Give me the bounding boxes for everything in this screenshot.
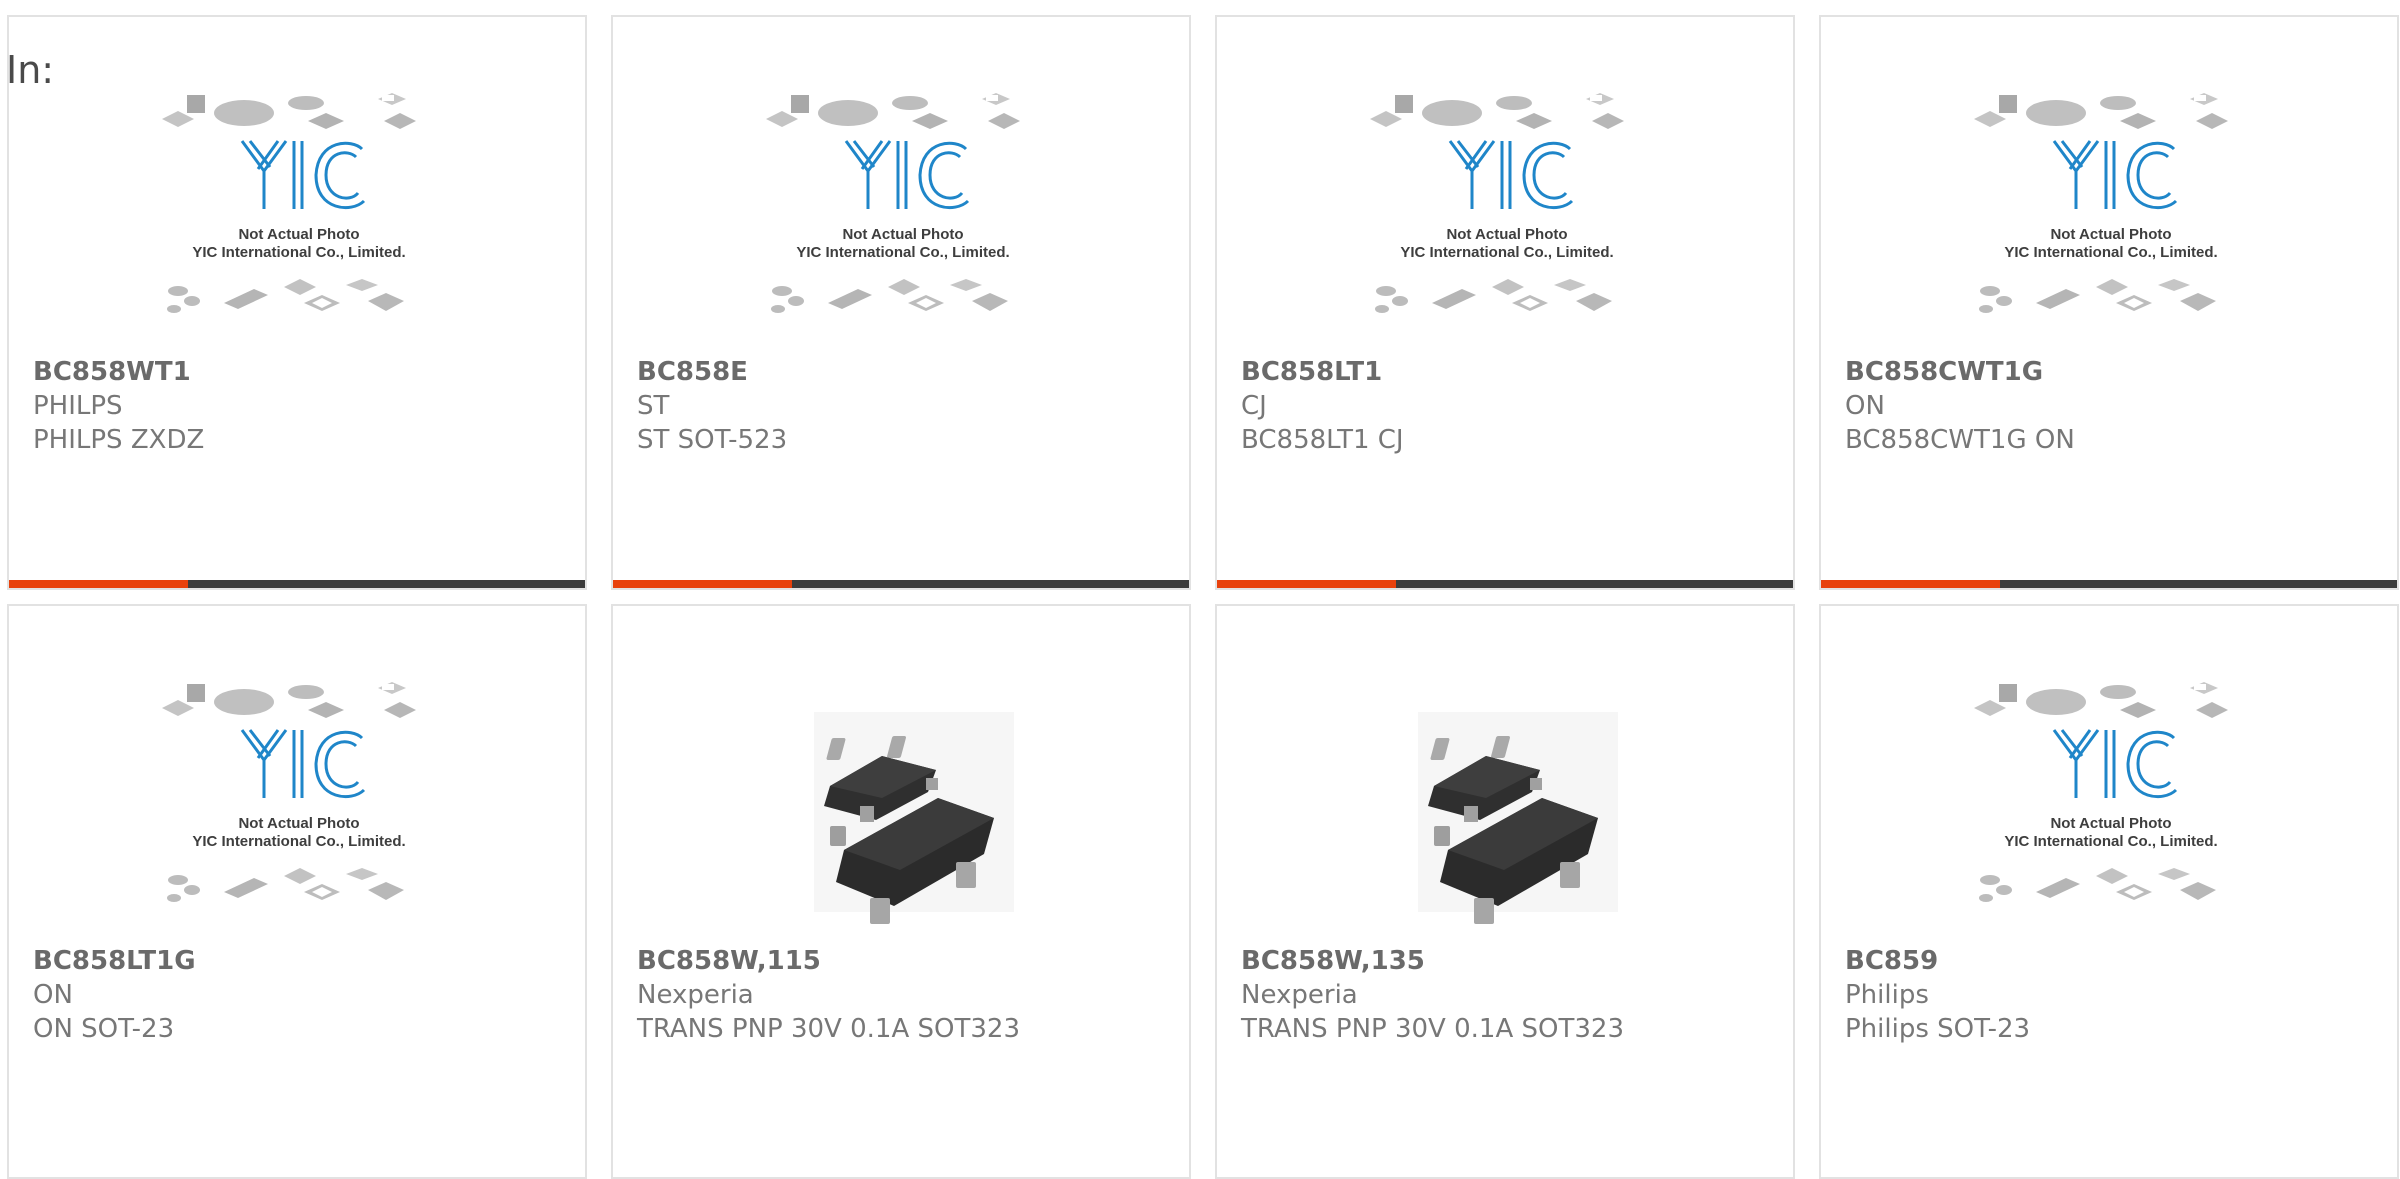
company-name-text: YIC International Co., Limited. (796, 244, 1009, 261)
product-card[interactable]: BC858W,115 Nexperia TRANS PNP 30V 0.1A SOT… (611, 604, 1191, 1179)
product-image[interactable]: Not Actual Photo YIC International Co., … (156, 678, 442, 964)
product-card[interactable]: Not Actual Photo YIC International Co., … (1819, 604, 2399, 1179)
product-info: BC858E ST ST SOT-523 (637, 355, 1167, 457)
not-actual-photo-text: Not Actual Photo (1446, 226, 1567, 243)
card-accent-bar-fill (9, 580, 188, 588)
part-number-link[interactable]: BC858W,115 (637, 944, 1167, 978)
description-text: BC858LT1 CJ (1241, 425, 1404, 455)
card-accent-bar (613, 580, 1189, 588)
company-name-text: YIC International Co., Limited. (192, 833, 405, 850)
part-number-link[interactable]: BC859 (1845, 944, 2375, 978)
product-info: BC858WT1 PHILPS PHILPS ZXDZ (33, 355, 563, 457)
description-text: TRANS PNP 30V 0.1A SOT323 (637, 1014, 1020, 1044)
company-name-text: YIC International Co., Limited. (192, 244, 405, 261)
not-actual-photo-text: Not Actual Photo (2050, 815, 2171, 832)
product-info: BC858LT1 CJ BC858LT1 CJ (1241, 355, 1771, 457)
part-number-link[interactable]: BC858WT1 (33, 355, 563, 389)
card-accent-bar (1217, 580, 1793, 588)
manufacturer-text: Philips (1845, 980, 1929, 1010)
manufacturer-text: ON (1845, 391, 1885, 421)
product-image[interactable]: Not Actual Photo YIC International Co., … (760, 89, 1046, 375)
manufacturer-text: ST (637, 391, 670, 421)
product-card[interactable]: Not Actual Photo YIC International Co., … (7, 15, 587, 590)
not-actual-photo-text: Not Actual Photo (842, 226, 963, 243)
description-text: TRANS PNP 30V 0.1A SOT323 (1241, 1014, 1624, 1044)
description-text: Philips SOT-23 (1845, 1014, 2031, 1044)
not-actual-photo-text: Not Actual Photo (238, 226, 359, 243)
manufacturer-text: CJ (1241, 391, 1267, 421)
product-card[interactable]: Not Actual Photo YIC International Co., … (7, 604, 587, 1179)
part-number-link[interactable]: BC858LT1G (33, 944, 563, 978)
product-grid: Not Actual Photo YIC International Co., … (0, 0, 2400, 1179)
product-image[interactable]: Not Actual Photo YIC International Co., … (156, 89, 442, 375)
not-actual-photo-image: Not Actual Photo YIC International Co., … (1370, 93, 1624, 313)
not-actual-photo-text: Not Actual Photo (2050, 226, 2171, 243)
not-actual-photo-image: Not Actual Photo YIC International Co., … (162, 93, 416, 313)
description-text: PHILPS ZXDZ (33, 425, 205, 455)
not-actual-photo-text: Not Actual Photo (238, 815, 359, 832)
part-number-link[interactable]: BC858LT1 (1241, 355, 1771, 389)
card-accent-bar (9, 580, 585, 588)
manufacturer-text: Nexperia (637, 980, 754, 1010)
sot323-chip-photo (1418, 712, 1618, 924)
part-number-link[interactable]: BC858W,135 (1241, 944, 1771, 978)
manufacturer-text: PHILPS (33, 391, 123, 421)
card-accent-bar-fill (613, 580, 792, 588)
not-actual-photo-image: Not Actual Photo YIC International Co., … (766, 93, 1020, 313)
product-info: BC858W,115 Nexperia TRANS PNP 30V 0.1A SOT… (637, 944, 1167, 1046)
product-card[interactable]: Not Actual Photo YIC International Co., … (1215, 15, 1795, 590)
company-name-text: YIC International Co., Limited. (2004, 833, 2217, 850)
description-text: BC858CWT1G ON (1845, 425, 2075, 455)
not-actual-photo-image: Not Actual Photo YIC International Co., … (162, 682, 416, 902)
product-image[interactable]: Not Actual Photo YIC International Co., … (1364, 89, 1650, 375)
in-label: In: (6, 48, 55, 92)
card-accent-bar-fill (1821, 580, 2000, 588)
product-image[interactable]: Not Actual Photo YIC International Co., … (1968, 89, 2254, 375)
product-card[interactable]: BC858W,135 Nexperia TRANS PNP 30V 0.1A SOT… (1215, 604, 1795, 1179)
product-info: BC859 Philips Philips SOT-23 (1845, 944, 2375, 1046)
product-info: BC858CWT1G ON BC858CWT1G ON (1845, 355, 2375, 457)
sot323-chip-photo (814, 712, 1014, 924)
description-text: ON SOT-23 (33, 1014, 175, 1044)
part-number-link[interactable]: BC858E (637, 355, 1167, 389)
card-accent-bar (1821, 580, 2397, 588)
company-name-text: YIC International Co., Limited. (1400, 244, 1613, 261)
product-info: BC858W,135 Nexperia TRANS PNP 30V 0.1A SOT… (1241, 944, 1771, 1046)
description-text: ST SOT-523 (637, 425, 788, 455)
card-accent-bar-fill (1217, 580, 1396, 588)
product-image[interactable] (760, 678, 1046, 964)
manufacturer-text: Nexperia (1241, 980, 1358, 1010)
product-info: BC858LT1G ON ON SOT-23 (33, 944, 563, 1046)
company-name-text: YIC International Co., Limited. (2004, 244, 2217, 261)
not-actual-photo-image: Not Actual Photo YIC International Co., … (1974, 682, 2228, 902)
product-card[interactable]: Not Actual Photo YIC International Co., … (1819, 15, 2399, 590)
part-number-link[interactable]: BC858CWT1G (1845, 355, 2375, 389)
not-actual-photo-image: Not Actual Photo YIC International Co., … (1974, 93, 2228, 313)
product-image[interactable] (1364, 678, 1650, 964)
product-card[interactable]: Not Actual Photo YIC International Co., … (611, 15, 1191, 590)
product-image[interactable]: Not Actual Photo YIC International Co., … (1968, 678, 2254, 964)
manufacturer-text: ON (33, 980, 73, 1010)
